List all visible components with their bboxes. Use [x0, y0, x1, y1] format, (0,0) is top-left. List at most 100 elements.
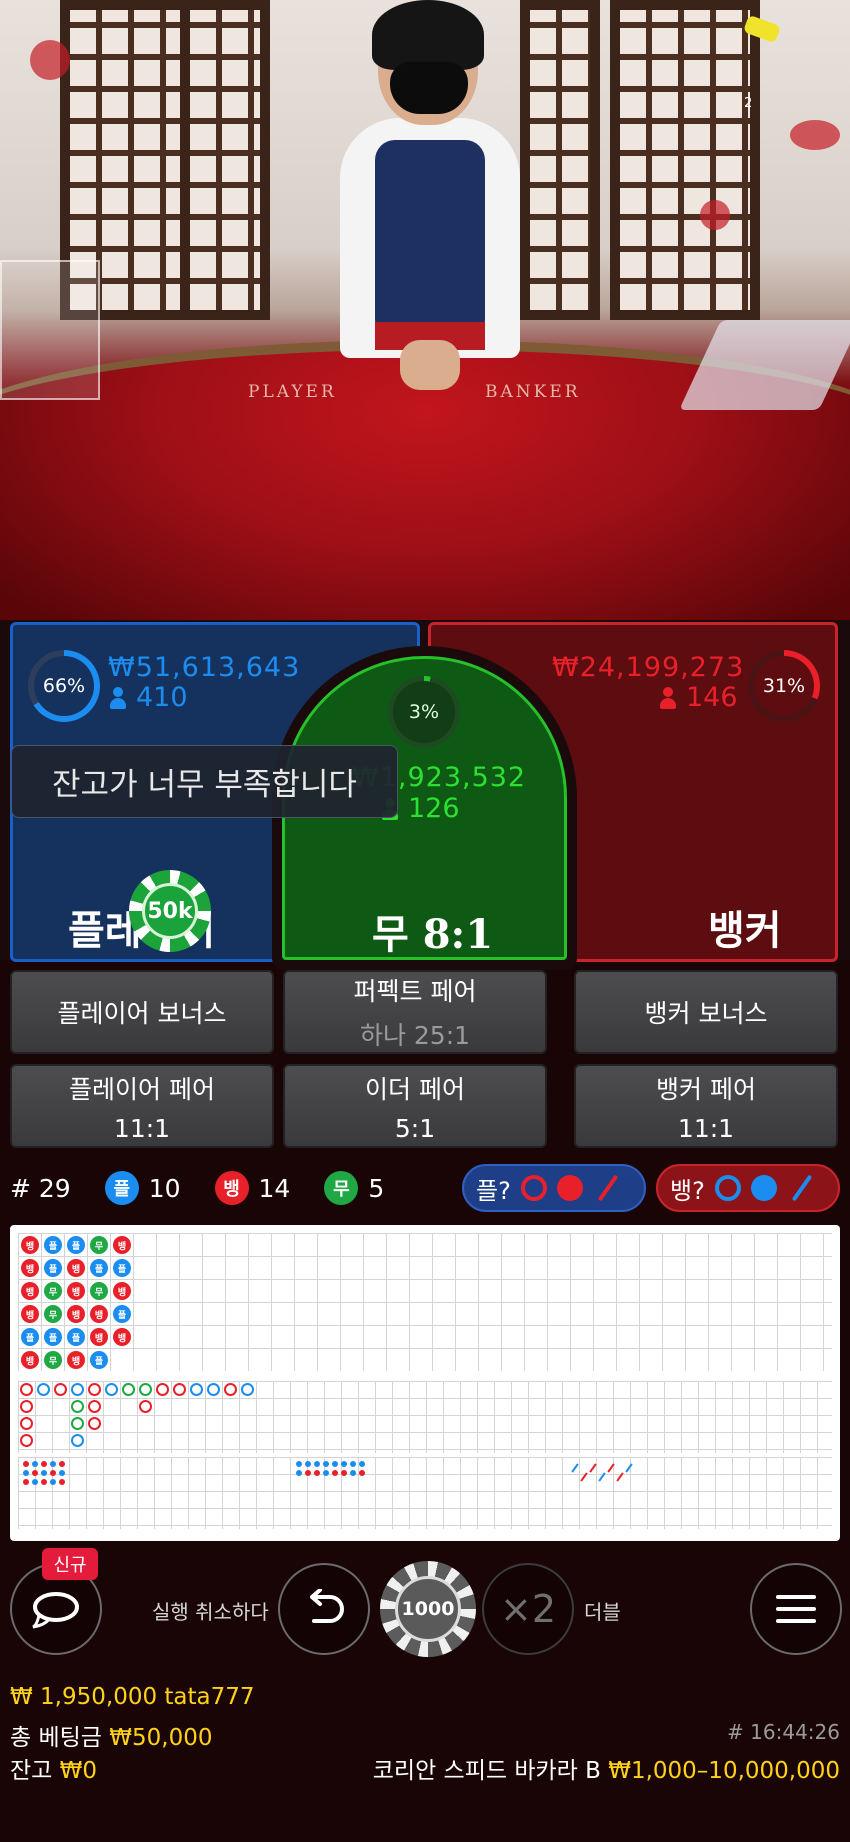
big-road-ring — [224, 1383, 237, 1396]
big-road-grid — [18, 1381, 832, 1453]
derived-road-dot — [332, 1470, 338, 1476]
small-road-dot-icon — [750, 1175, 777, 1201]
big-road-ring — [88, 1417, 101, 1430]
big-road-ring — [105, 1383, 118, 1396]
banker-percent-ring: 31% — [748, 650, 820, 722]
big-road-ring — [71, 1400, 84, 1413]
big-road-ring — [241, 1383, 254, 1396]
bead-road-result: 무 — [44, 1305, 62, 1323]
round-count: # 29 — [10, 1173, 71, 1203]
big-road-ring — [156, 1383, 169, 1396]
undo-icon — [310, 1589, 344, 1623]
tie-percent-ring: 3% — [388, 676, 460, 748]
dealer-hair — [372, 0, 484, 70]
banker-amount: ₩24,199,273 — [552, 652, 745, 683]
player-percent-ring: 66% — [28, 650, 100, 722]
big-road-ring — [54, 1383, 67, 1396]
blossom — [30, 40, 70, 80]
derived-road-dot — [305, 1470, 311, 1476]
table-name: 코리안 스피드 바카라 B — [372, 1758, 601, 1784]
person-icon — [660, 686, 676, 709]
side-bet-banker-pair[interactable]: 뱅커 페어 11:1 — [574, 1064, 838, 1148]
player-count: 410 — [110, 682, 188, 713]
bead-road-result: 뱅 — [67, 1305, 85, 1323]
side-bet-odds: 하나 25:1 — [359, 1021, 471, 1050]
blossom — [700, 200, 730, 230]
player-amount: ₩51,613,643 — [108, 652, 301, 683]
chat-icon — [32, 1592, 79, 1629]
hamburger-icon — [776, 1595, 816, 1623]
side-bet-player-pair[interactable]: 플레이어 페어 11:1 — [10, 1064, 274, 1148]
banker-label: 뱅커 — [708, 908, 782, 954]
bead-road-result: 플 — [90, 1259, 108, 1277]
derived-road-dot — [296, 1470, 302, 1476]
derived-roads-grid — [18, 1457, 832, 1529]
derived-road-dot — [59, 1479, 65, 1485]
bead-road-result: 뱅 — [21, 1351, 39, 1369]
cockroach-road-slash — [580, 1472, 588, 1482]
derived-road-dot — [23, 1479, 29, 1485]
menu-button[interactable] — [750, 1563, 842, 1655]
dealer-vest — [375, 140, 485, 340]
table-player-label: PLAYER — [248, 382, 337, 402]
cockroach-road-slash — [616, 1472, 624, 1482]
placed-chip-value: 50k — [142, 883, 198, 939]
dealer-hands — [400, 340, 460, 390]
derived-road-dot — [332, 1461, 338, 1467]
big-eye-ring-icon — [714, 1175, 741, 1201]
big-road-ring — [88, 1400, 101, 1413]
side-bet-odds: 11:1 — [677, 1113, 735, 1143]
big-road-ring — [190, 1383, 203, 1396]
side-bet-either-pair[interactable]: 이더 페어 5:1 — [283, 1064, 547, 1148]
tie-label: 무 8:1 — [372, 911, 494, 958]
derived-road-dot — [59, 1461, 65, 1467]
player-predict-button[interactable]: 플? — [462, 1164, 646, 1212]
tie-count-value: 126 — [408, 793, 460, 824]
side-bet-banker-bonus[interactable]: 뱅커 보너스 — [574, 970, 838, 1054]
bead-road-result: 뱅 — [21, 1282, 39, 1300]
bead-road-result: 무 — [90, 1236, 108, 1254]
bead-road-result: 무 — [90, 1282, 108, 1300]
player-percent: 66% — [42, 675, 86, 697]
cockroach-road-slash — [625, 1463, 633, 1473]
derived-road-dot — [50, 1470, 56, 1476]
bead-road-result: 플 — [44, 1236, 62, 1254]
side-bet-perfect-pair[interactable]: 퍼펙트 페어 하나 25:1 — [283, 970, 547, 1054]
scoreboard[interactable]: 뱅뱅뱅뱅플뱅플플무무플무플뱅뱅뱅플뱅무플무뱅뱅플뱅플뱅플뱅 — [10, 1225, 840, 1541]
derived-road-dot — [50, 1461, 56, 1467]
bead-road-result: 플 — [21, 1328, 39, 1346]
tie-percent: 3% — [408, 701, 440, 723]
bead-road-result: 무 — [44, 1351, 62, 1369]
new-badge: 신규 — [42, 1548, 98, 1580]
side-bet-label: 뱅커 보너스 — [644, 999, 768, 1028]
side-bet-label: 플레이어 보너스 — [57, 999, 227, 1028]
bead-road-result: 뱅 — [90, 1305, 108, 1323]
bead-road-result: 뱅 — [113, 1282, 131, 1300]
big-road-ring — [20, 1383, 33, 1396]
big-road-ring — [37, 1383, 50, 1396]
big-road-ring — [139, 1400, 152, 1413]
derived-road-dot — [41, 1470, 47, 1476]
derived-road-dot — [323, 1461, 329, 1467]
side-bet-player-bonus[interactable]: 플레이어 보너스 — [10, 970, 274, 1054]
derived-road-dot — [59, 1470, 65, 1476]
big-road-ring — [122, 1383, 135, 1396]
bead-road-result: 뱅 — [67, 1282, 85, 1300]
double-button[interactable]: ×2 — [482, 1563, 574, 1655]
balance-user: ₩ 1,950,000 tata777 — [10, 1684, 255, 1710]
bead-road-result: 뱅 — [67, 1259, 85, 1277]
undo-button[interactable] — [278, 1563, 370, 1655]
decor-screen — [610, 0, 760, 320]
derived-road-dot — [359, 1461, 365, 1467]
derived-road-dot — [350, 1461, 356, 1467]
bead-road-result: 뱅 — [21, 1236, 39, 1254]
chip-selector[interactable]: 1000 — [380, 1561, 476, 1657]
balance-label: 잔고 — [10, 1758, 53, 1784]
big-road-ring — [88, 1383, 101, 1396]
banker-predict-button[interactable]: 뱅? — [656, 1164, 840, 1212]
bead-road-result: 뱅 — [21, 1259, 39, 1277]
cockroach-slash-icon — [791, 1174, 813, 1202]
big-road-ring — [139, 1383, 152, 1396]
derived-road-dot — [23, 1461, 29, 1467]
bead-road-result: 플 — [67, 1328, 85, 1346]
